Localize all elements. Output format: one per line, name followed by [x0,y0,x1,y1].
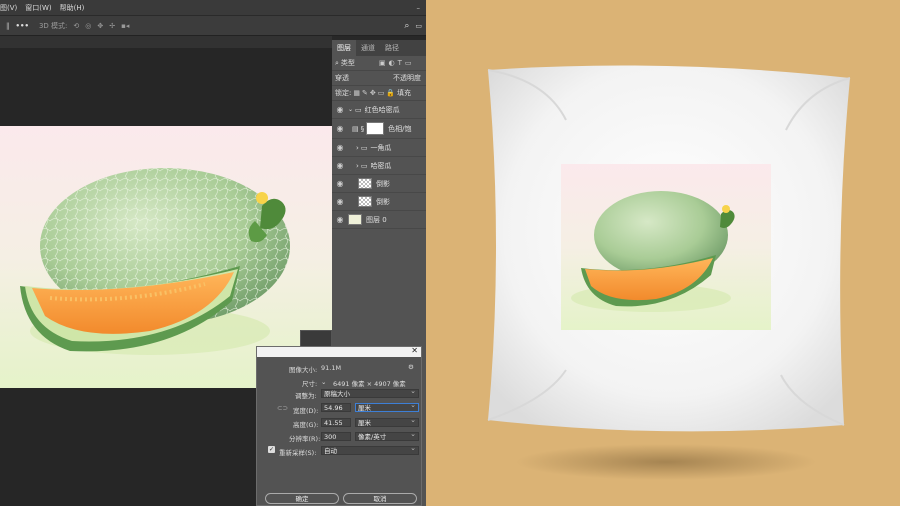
search-icon: ⌕ [335,58,339,67]
document-tab-strip [0,36,332,48]
image-size-value: 91.1M [321,364,342,372]
workspace-icon[interactable]: ▭ [415,22,422,30]
eye-icon[interactable]: ◉ [332,143,348,152]
resample-checkbox[interactable]: ✓ [268,446,275,453]
rotate-3d-icon[interactable]: ⟲ [73,22,79,30]
fit-to-label: 调整为: [295,392,317,400]
tab-channels[interactable]: 通道 [356,40,380,56]
drag-3d-icon[interactable]: ✥ [97,22,103,30]
fill-label: 填充 [397,89,412,97]
search-icon[interactable]: ⌕ [404,21,409,31]
eye-icon[interactable]: ◉ [332,161,348,170]
layer-name: 倒影 [376,197,390,206]
resample-label: 重新采样(S): [279,449,317,457]
blend-mode-select[interactable]: 穿透 [335,73,393,83]
dimensions-label: 尺寸: [302,380,318,388]
ok-button[interactable]: 确定 [265,493,339,504]
mode-label: 3D 模式: [38,21,68,30]
layer-name: 一角瓜 [370,143,392,152]
folder-icon: ▭ [360,143,368,152]
constrain-link-icon[interactable]: ⊂⊃ [277,404,288,412]
menu-bar: 图(V) 窗口(W) 帮助(H) – [0,0,426,15]
dimensions-value: 6491 像素 × 4907 像素 [333,380,406,388]
resolution-label: 分辨率(R): [289,435,321,443]
more-options-icon[interactable]: ••• [16,22,29,30]
layer-row[interactable]: ◉ › ▭ 一角瓜 [332,139,426,157]
layer-filter-row: ⌕ 类型 ▣◐T▭ [332,56,426,71]
slide-3d-icon[interactable]: ✢ [109,22,115,30]
options-bar: ‖ ••• 3D 模式: ⟲ ◎ ✥ ✢ ▪◂ ⌕ ▭ [0,15,426,36]
filter-icons[interactable]: ▣◐T▭ [379,59,415,67]
layer-thumbnail [358,196,372,207]
height-unit-select[interactable]: 厘米 [355,416,419,427]
opacity-label: 不透明度 [393,74,421,82]
height-label: 高度(G): [293,421,319,429]
layer-thumbnail [358,178,372,189]
menu-window[interactable]: 窗口(W) [25,3,51,13]
fit-to-select[interactable]: 原稿大小 [321,387,419,398]
layer-row[interactable]: ◉ 倒影 [332,175,426,193]
chevron-right-icon[interactable]: › [356,162,359,170]
lock-label: 锁定: [335,89,352,97]
photoshop-window: 图(V) 窗口(W) 帮助(H) – ‖ ••• 3D 模式: ⟲ ◎ ✥ ✢ … [0,0,426,506]
tab-paths[interactable]: 路径 [380,40,404,56]
layer-name: 倒影 [376,179,390,188]
eye-icon[interactable]: ◉ [332,105,348,114]
panel-tabs: 图层 通道 路径 [332,40,426,56]
layer-name: 图层 0 [366,215,387,224]
adjustment-icon: ▤ [352,124,359,133]
gear-icon[interactable]: ⚙ [408,363,414,371]
chevron-down-icon[interactable]: ⌄ [321,378,326,386]
layer-name: 红色哈密瓜 [364,105,400,114]
layer-name: 色相/饱 [388,124,412,133]
lock-row: 锁定: ▦✎✥▭🔒 填充 [332,86,426,101]
eye-icon[interactable]: ◉ [332,124,348,133]
width-unit-select[interactable]: 厘米 [355,401,419,412]
resolution-unit-select[interactable]: 像素/英寸 [355,430,419,441]
layer-mask-thumbnail [366,122,385,135]
image-size-label: 图像大小: [289,366,318,374]
layer-row[interactable]: ◉ ▤ § 色相/饱 [332,119,426,139]
cancel-button[interactable]: 取消 [343,493,417,504]
lock-icons[interactable]: ▦✎✥▭🔒 [353,89,397,97]
menu-view[interactable]: 图(V) [0,3,17,13]
layer-thumbnail [348,214,362,225]
eye-icon[interactable]: ◉ [332,215,348,224]
dialog-title-bar: ✕ [257,346,421,357]
width-label: 宽度(D): [293,407,319,415]
layer-name: 哈密瓜 [370,161,392,170]
minimize-icon[interactable]: – [417,4,421,12]
eye-icon[interactable]: ◉ [332,197,348,206]
scale-3d-icon[interactable]: ▪◂ [121,22,129,30]
layer-row[interactable]: ◉ › ▭ 哈密瓜 [332,157,426,175]
width-input[interactable]: 54.96 [321,403,351,412]
filter-kind-select[interactable]: 类型 [341,58,379,68]
layer-row[interactable]: ◉ 倒影 [332,193,426,211]
folder-icon: ▭ [360,161,368,170]
roll-3d-icon[interactable]: ◎ [85,22,91,30]
layer-row[interactable]: ◉ 图层 0 [332,211,426,229]
options-icon[interactable]: ‖ [6,22,10,30]
resolution-input[interactable]: 300 [321,432,351,441]
eye-icon[interactable]: ◉ [332,179,348,188]
window-controls: – [417,4,421,12]
height-input[interactable]: 41.55 [321,418,351,427]
image-size-dialog: ✕ 图像大小: 91.1M ⚙ 尺寸: ⌄ 6491 像素 × 4907 像素 … [256,346,422,506]
layer-row[interactable]: ◉ ⌄ ▭ 红色哈密瓜 [332,101,426,119]
folder-icon: ▭ [355,105,362,114]
menu-help[interactable]: 帮助(H) [60,3,85,13]
link-icon: § [360,124,365,133]
pillow-mockup [426,0,900,506]
chevron-down-icon[interactable]: ⌄ [348,106,353,113]
tab-layers[interactable]: 图层 [332,40,356,56]
pillow-image [487,65,851,480]
resample-select[interactable]: 自动 [321,444,419,455]
blend-row: 穿透 不透明度 [332,71,426,86]
close-icon[interactable]: ✕ [411,346,418,355]
chevron-right-icon[interactable]: › [356,144,359,152]
